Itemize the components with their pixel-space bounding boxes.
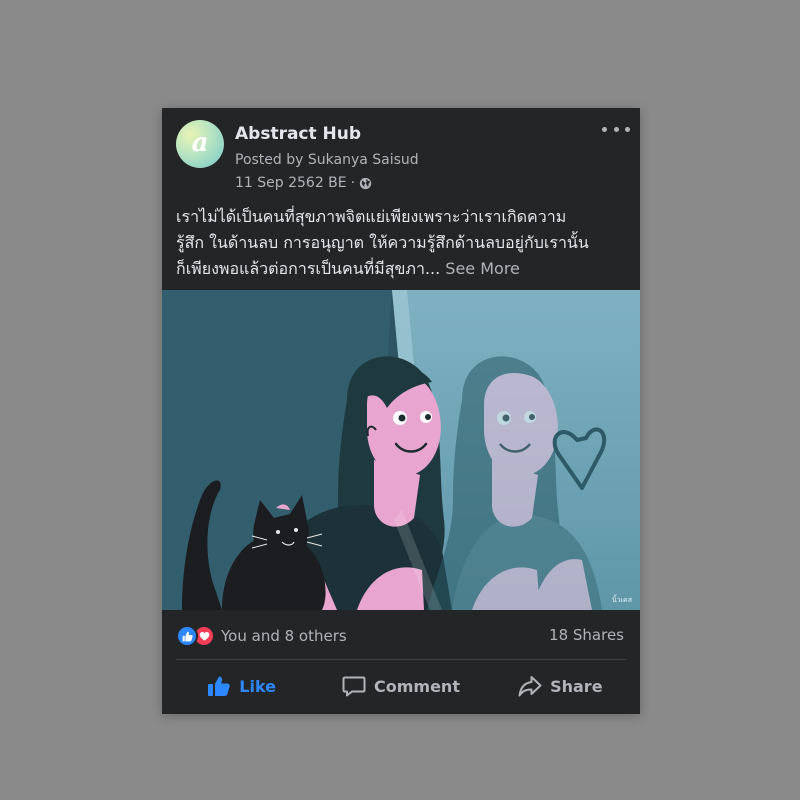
globe-icon: [359, 177, 372, 189]
action-bar: Like Comment Share: [162, 664, 640, 708]
see-more-link[interactable]: See More: [445, 259, 520, 278]
divider: [176, 659, 626, 660]
post-date[interactable]: 11 Sep 2562 BE: [235, 175, 347, 191]
reactions-summary[interactable]: You and 8 others: [176, 622, 347, 650]
post-text-line: รู้สึก ในด้านลบ การอนุญาต ให้ความรู้สึกด…: [176, 233, 589, 252]
comment-button[interactable]: Comment: [321, 664, 480, 708]
post-card: a Abstract Hub Posted by Sukanya Saisud …: [162, 108, 640, 714]
like-reaction-icon: [176, 625, 198, 647]
comment-label: Comment: [374, 676, 460, 696]
post-text-truncated: ก็เพียงพอแล้วต่อการเป็นคนที่มีสุขภา...: [176, 259, 441, 278]
page-name[interactable]: Abstract Hub: [235, 124, 361, 144]
shares-count[interactable]: 18 Shares: [549, 626, 624, 644]
post-text-line: ก็เพียงพอแล้วต่อการเป็นคนที่มีสุขภา... S…: [176, 256, 631, 282]
thumbs-up-icon: [208, 676, 230, 696]
more-options-button[interactable]: [602, 120, 630, 138]
post-header: a Abstract Hub Posted by Sukanya Saisud …: [162, 108, 640, 198]
more-horizontal-icon: [602, 126, 607, 132]
post-image[interactable]: นิ้วเคส: [162, 290, 640, 610]
avatar-letter: a: [191, 128, 209, 158]
more-dot: [625, 126, 630, 132]
share-icon: [518, 676, 542, 697]
page-avatar[interactable]: a: [176, 120, 224, 168]
like-label: Like: [239, 676, 277, 696]
posted-by-label: Posted by Sukanya Saisud: [235, 152, 419, 168]
like-button[interactable]: Like: [162, 664, 321, 708]
more-dot: [613, 126, 619, 132]
post-meta: 11 Sep 2562 BE ·: [235, 175, 372, 191]
reactions-count: You and 8 others: [221, 627, 347, 645]
share-label: Share: [550, 676, 603, 696]
comment-icon: [342, 676, 366, 697]
post-text: เราไม่ได้เป็นคนที่สุขภาพจิตแย่เพียงเพราะ…: [176, 204, 631, 282]
share-button[interactable]: Share: [481, 664, 640, 708]
post-text-line: เราไม่ได้เป็นคนที่สุขภาพจิตแย่เพียงเพราะ…: [176, 207, 567, 226]
meta-separator: ·: [350, 175, 356, 191]
